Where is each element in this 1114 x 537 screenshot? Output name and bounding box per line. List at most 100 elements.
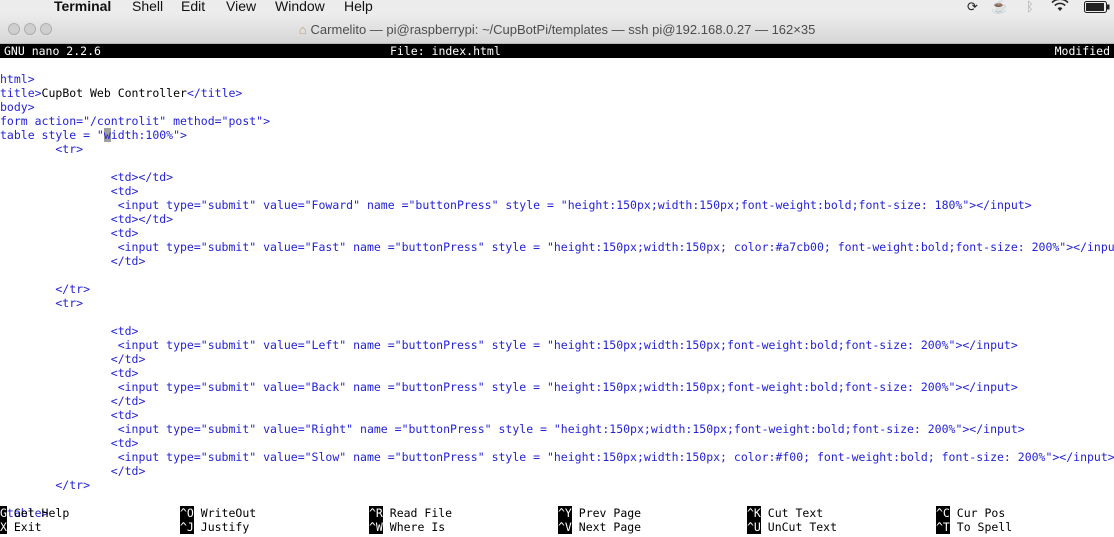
- shortcut-key: ^Y: [558, 506, 572, 520]
- window-title-text: Carmelito — pi@raspberrypi: ~/CupBotPi/t…: [310, 22, 816, 37]
- shortcut-key: ^O: [180, 506, 194, 520]
- code-segment: <input type="submit" value="Slow" name =…: [0, 450, 1114, 464]
- shortcut-item[interactable]: X Exit: [0, 520, 42, 534]
- shortcut-key: ^T: [936, 520, 950, 534]
- sync-icon[interactable]: ⟳: [967, 0, 978, 15]
- shortcut-key: ^V: [558, 520, 572, 534]
- code-segment: <input type="submit" value="Fast" name =…: [0, 240, 1114, 254]
- shortcut-item[interactable]: ^R Read File: [369, 506, 452, 520]
- shortcut-label: To Spell: [949, 520, 1013, 534]
- shortcut-key: ^C: [936, 506, 950, 520]
- menu-help[interactable]: Help: [344, 0, 373, 14]
- code-segment: <input type="submit" value="Right" name …: [0, 422, 1025, 436]
- text-cursor: w: [103, 128, 111, 142]
- nano-file-name: File: index.html: [390, 44, 501, 58]
- code-segment: </title>: [186, 86, 243, 100]
- code-segment: <tr>: [0, 296, 84, 310]
- shortcut-key: ^R: [369, 506, 383, 520]
- code-segment: <td>: [0, 366, 139, 380]
- shortcut-label: Next Page: [571, 520, 642, 534]
- menu-window[interactable]: Window: [275, 0, 325, 14]
- cup-icon[interactable]: ☕: [991, 0, 1007, 15]
- home-folder-icon: ⌂: [298, 22, 307, 37]
- title-text: CupBot Web Controller: [41, 86, 187, 100]
- editor-line: <td>: [0, 436, 139, 450]
- nano-title-bar: GNU nano 2.2.6 File: index.html Modified: [0, 44, 1114, 58]
- code-segment: body>: [0, 100, 35, 114]
- editor-line: <td>: [0, 366, 139, 380]
- menu-edit[interactable]: Edit: [181, 0, 205, 14]
- shortcut-label: Cur Pos: [949, 506, 1006, 520]
- code-segment: form action="/controlit" method="post">: [0, 114, 271, 128]
- code-segment: <td>: [0, 324, 139, 338]
- editor-line: title>CupBot Web Controller</title>: [0, 86, 242, 100]
- shortcut-label: UnCut Text: [760, 520, 838, 534]
- shortcut-label: WriteOut: [193, 506, 257, 520]
- shortcut-label: Cut Text: [760, 506, 824, 520]
- shortcut-key: ^J: [180, 520, 194, 534]
- menu-app-terminal[interactable]: Terminal: [54, 0, 111, 14]
- editor-line: <input type="submit" value="Fast" name =…: [0, 240, 1114, 254]
- editor-line: <tr>: [0, 296, 83, 310]
- code-segment: <input type="submit" value="Back" name =…: [0, 380, 1018, 394]
- code-segment: <td>: [0, 408, 139, 422]
- nano-version: GNU nano 2.2.6: [4, 44, 101, 58]
- shortcut-item[interactable]: ^O WriteOut: [180, 506, 256, 520]
- code-segment: </td>: [0, 254, 146, 268]
- code-segment: </tr>: [0, 478, 91, 492]
- code-segment: </td>: [0, 394, 146, 408]
- code-segment: idth:100%">: [110, 128, 187, 142]
- shortcut-label: Exit: [6, 520, 42, 534]
- battery-icon[interactable]: [1084, 1, 1110, 16]
- code-segment: html>: [0, 72, 35, 86]
- shortcut-item[interactable]: ^C Cur Pos: [936, 506, 1005, 520]
- editor-line: form action="/controlit" method="post">: [0, 114, 270, 128]
- shortcut-item[interactable]: ^V Next Page: [558, 520, 641, 534]
- shortcut-key: X: [0, 520, 7, 534]
- editor-line: <input type="submit" value="Right" name …: [0, 422, 1025, 436]
- shortcut-key: ^W: [369, 520, 383, 534]
- window-title: ⌂ Carmelito — pi@raspberrypi: ~/CupBotPi/…: [0, 22, 1114, 37]
- editor-line: <td>: [0, 324, 139, 338]
- window-title-bar: ⌂ Carmelito — pi@raspberrypi: ~/CupBotPi/…: [0, 15, 1114, 44]
- editor-line: <input type="submit" value="Foward" name…: [0, 198, 1032, 212]
- code-segment: <tr>: [0, 142, 84, 156]
- menu-view[interactable]: View: [226, 0, 256, 14]
- shortcut-item[interactable]: G Get Help: [0, 506, 69, 520]
- menu-shell[interactable]: Shell: [132, 0, 163, 14]
- shortcut-item[interactable]: ^Y Prev Page: [558, 506, 641, 520]
- shortcut-item[interactable]: ^W Where Is: [369, 520, 445, 534]
- shortcut-label: Justify: [193, 520, 250, 534]
- code-segment: <td></td>: [0, 170, 174, 184]
- shortcut-item[interactable]: ^T To Spell: [936, 520, 1012, 534]
- code-segment: <input type="submit" value="Foward" name…: [0, 198, 1032, 212]
- terminal-view[interactable]: GNU nano 2.2.6 File: index.html Modified…: [0, 44, 1114, 537]
- editor-line: </tr>: [0, 282, 90, 296]
- shortcut-key: G: [0, 506, 7, 520]
- wifi-icon[interactable]: [1051, 0, 1069, 15]
- shortcut-label: Where Is: [382, 520, 446, 534]
- code-segment: <td>: [0, 436, 139, 450]
- editor-line: html>: [0, 72, 35, 86]
- editor-line: <input type="submit" value="Back" name =…: [0, 380, 1018, 394]
- bluetooth-icon[interactable]: ᛒ: [1026, 0, 1034, 14]
- editor-line: body>: [0, 100, 35, 114]
- shortcut-item[interactable]: ^J Justify: [180, 520, 249, 534]
- editor-line: <td>: [0, 408, 139, 422]
- code-segment: table style = ": [0, 128, 104, 142]
- code-segment: <td>: [0, 184, 139, 198]
- editor-line: <td></td>: [0, 212, 173, 226]
- code-segment: <input type="submit" value="Left" name =…: [0, 338, 1018, 352]
- editor-line: </tr>: [0, 478, 90, 492]
- editor-line: </td>: [0, 394, 146, 408]
- editor-line: </td>: [0, 352, 146, 366]
- editor-line: <td>: [0, 226, 139, 240]
- shortcut-label: Read File: [382, 506, 453, 520]
- code-segment: title>: [0, 86, 42, 100]
- editor-line: <td>: [0, 184, 139, 198]
- shortcut-item[interactable]: ^K Cut Text: [747, 506, 823, 520]
- shortcut-label: Prev Page: [571, 506, 642, 520]
- shortcut-item[interactable]: ^U UnCut Text: [747, 520, 837, 534]
- code-segment: <td></td>: [0, 212, 174, 226]
- editor-line: table style = "width:100%">: [0, 128, 187, 142]
